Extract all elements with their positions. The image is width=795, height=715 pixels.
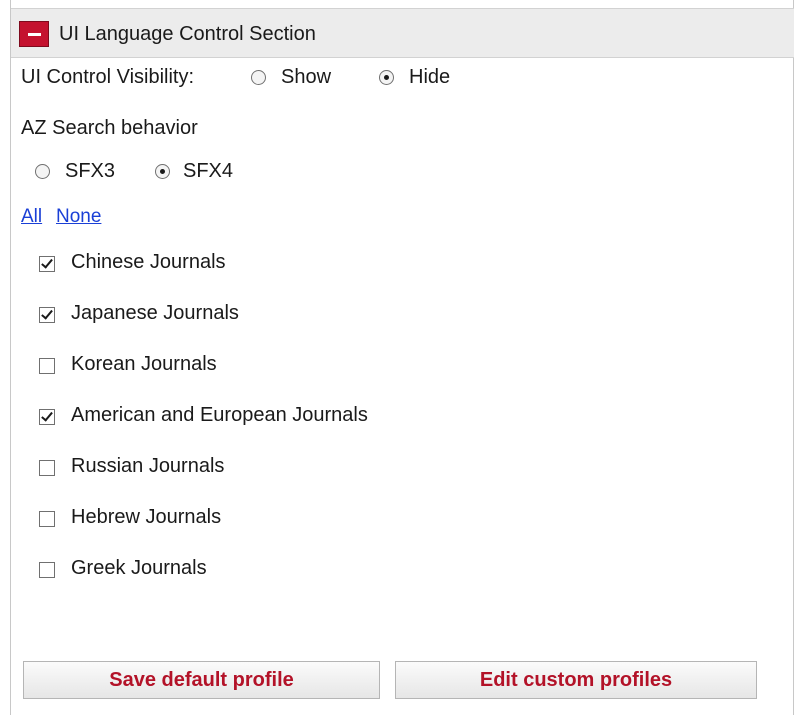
az-sfx3-label: SFX3 [65,160,116,182]
journal-label-japanese: Japanese Journals [71,302,239,324]
journal-checkbox-greek[interactable] [39,562,55,578]
select-none-link[interactable]: None [56,204,101,230]
section-header: UI Language Control Section [11,8,794,58]
az-search-label: AZ Search behavior [21,117,198,139]
journal-checkbox-american-european[interactable] [39,409,55,425]
visibility-hide-label: Hide [409,66,451,88]
visibility-show-radio[interactable] [251,70,266,85]
minus-icon [28,33,41,36]
journal-checkbox-russian[interactable] [39,460,55,476]
journal-label-greek: Greek Journals [71,557,207,579]
visibility-hide-radio[interactable] [379,70,394,85]
az-sfx4-label: SFX4 [183,160,234,182]
visibility-show-label: Show [281,66,332,88]
journal-label-russian: Russian Journals [71,455,225,477]
collapse-button[interactable] [19,21,49,47]
az-sfx4-radio[interactable] [155,164,170,179]
select-all-link[interactable]: All [21,204,42,230]
save-default-profile-button[interactable]: Save default profile [23,661,380,699]
journal-label-chinese: Chinese Journals [71,251,226,273]
journal-checkbox-japanese[interactable] [39,307,55,323]
journal-checkbox-chinese[interactable] [39,256,55,272]
journal-label-american-european: American and European Journals [71,404,368,426]
journal-checkbox-hebrew[interactable] [39,511,55,527]
edit-custom-profiles-button[interactable]: Edit custom profiles [395,661,757,699]
journal-checkbox-korean[interactable] [39,358,55,374]
visibility-label: UI Control Visibility: [21,66,195,88]
journal-label-hebrew: Hebrew Journals [71,506,222,528]
journal-label-korean: Korean Journals [71,353,217,375]
az-sfx3-radio[interactable] [35,164,50,179]
ui-language-control-panel: UI Language Control Section UI Control V… [10,0,794,715]
section-title: UI Language Control Section [59,23,316,45]
